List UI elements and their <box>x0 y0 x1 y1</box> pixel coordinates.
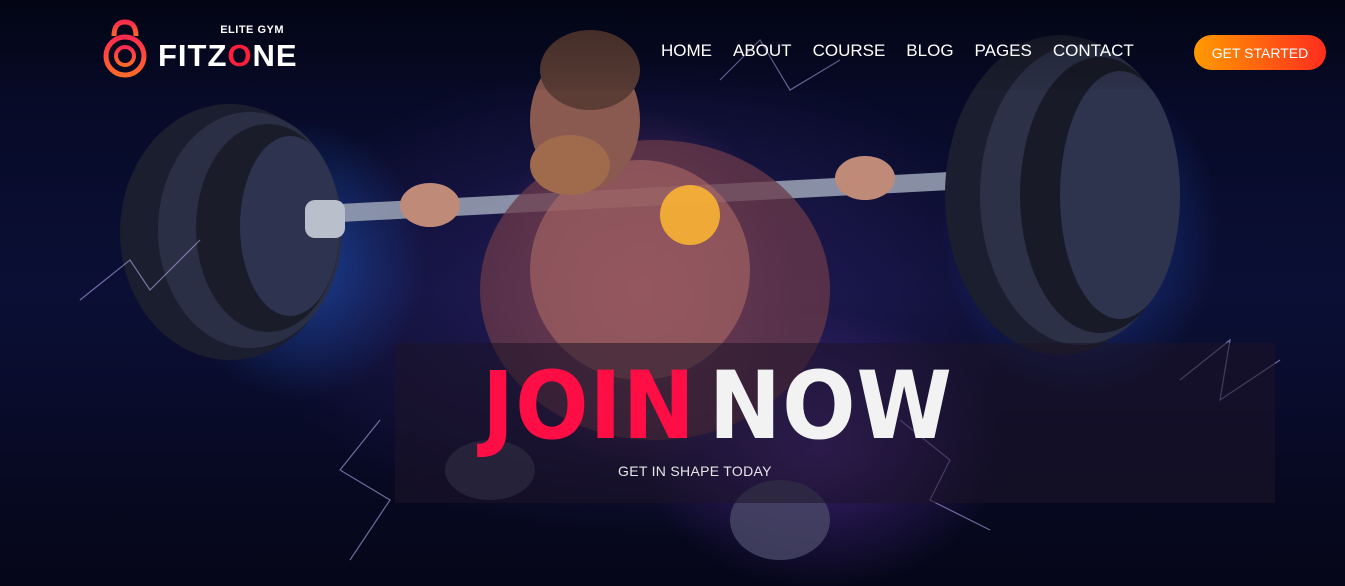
hero-subtitle: GET IN SHAPE TODAY <box>618 463 772 479</box>
nav-home[interactable]: HOME <box>661 40 712 62</box>
nav-contact[interactable]: CONTACT <box>1053 40 1134 62</box>
main-nav: HOME ABOUT COURSE BLOG PAGES CONTACT <box>661 40 1155 62</box>
nav-blog[interactable]: BLOG <box>906 40 953 62</box>
nav-about[interactable]: ABOUT <box>733 40 792 62</box>
headline-word-now: NOW <box>708 352 953 461</box>
brand-tagline: ELITE GYM <box>220 24 284 36</box>
hero-headline: JOIN NOW <box>482 357 953 457</box>
brand-logo[interactable]: ELITE GYM FITZONE <box>100 18 297 80</box>
headline-word-join: JOIN <box>482 352 696 461</box>
nav-course[interactable]: COURSE <box>813 40 886 62</box>
join-now-banner: JOIN NOW GET IN SHAPE TODAY <box>395 343 1275 503</box>
header-bar: ELITE GYM FITZONE HOME ABOUT COURSE BLOG… <box>0 0 1345 90</box>
get-started-button[interactable]: GET STARTED <box>1194 35 1326 70</box>
nav-pages[interactable]: PAGES <box>975 40 1032 62</box>
brand-name: FITZONE <box>158 38 298 73</box>
